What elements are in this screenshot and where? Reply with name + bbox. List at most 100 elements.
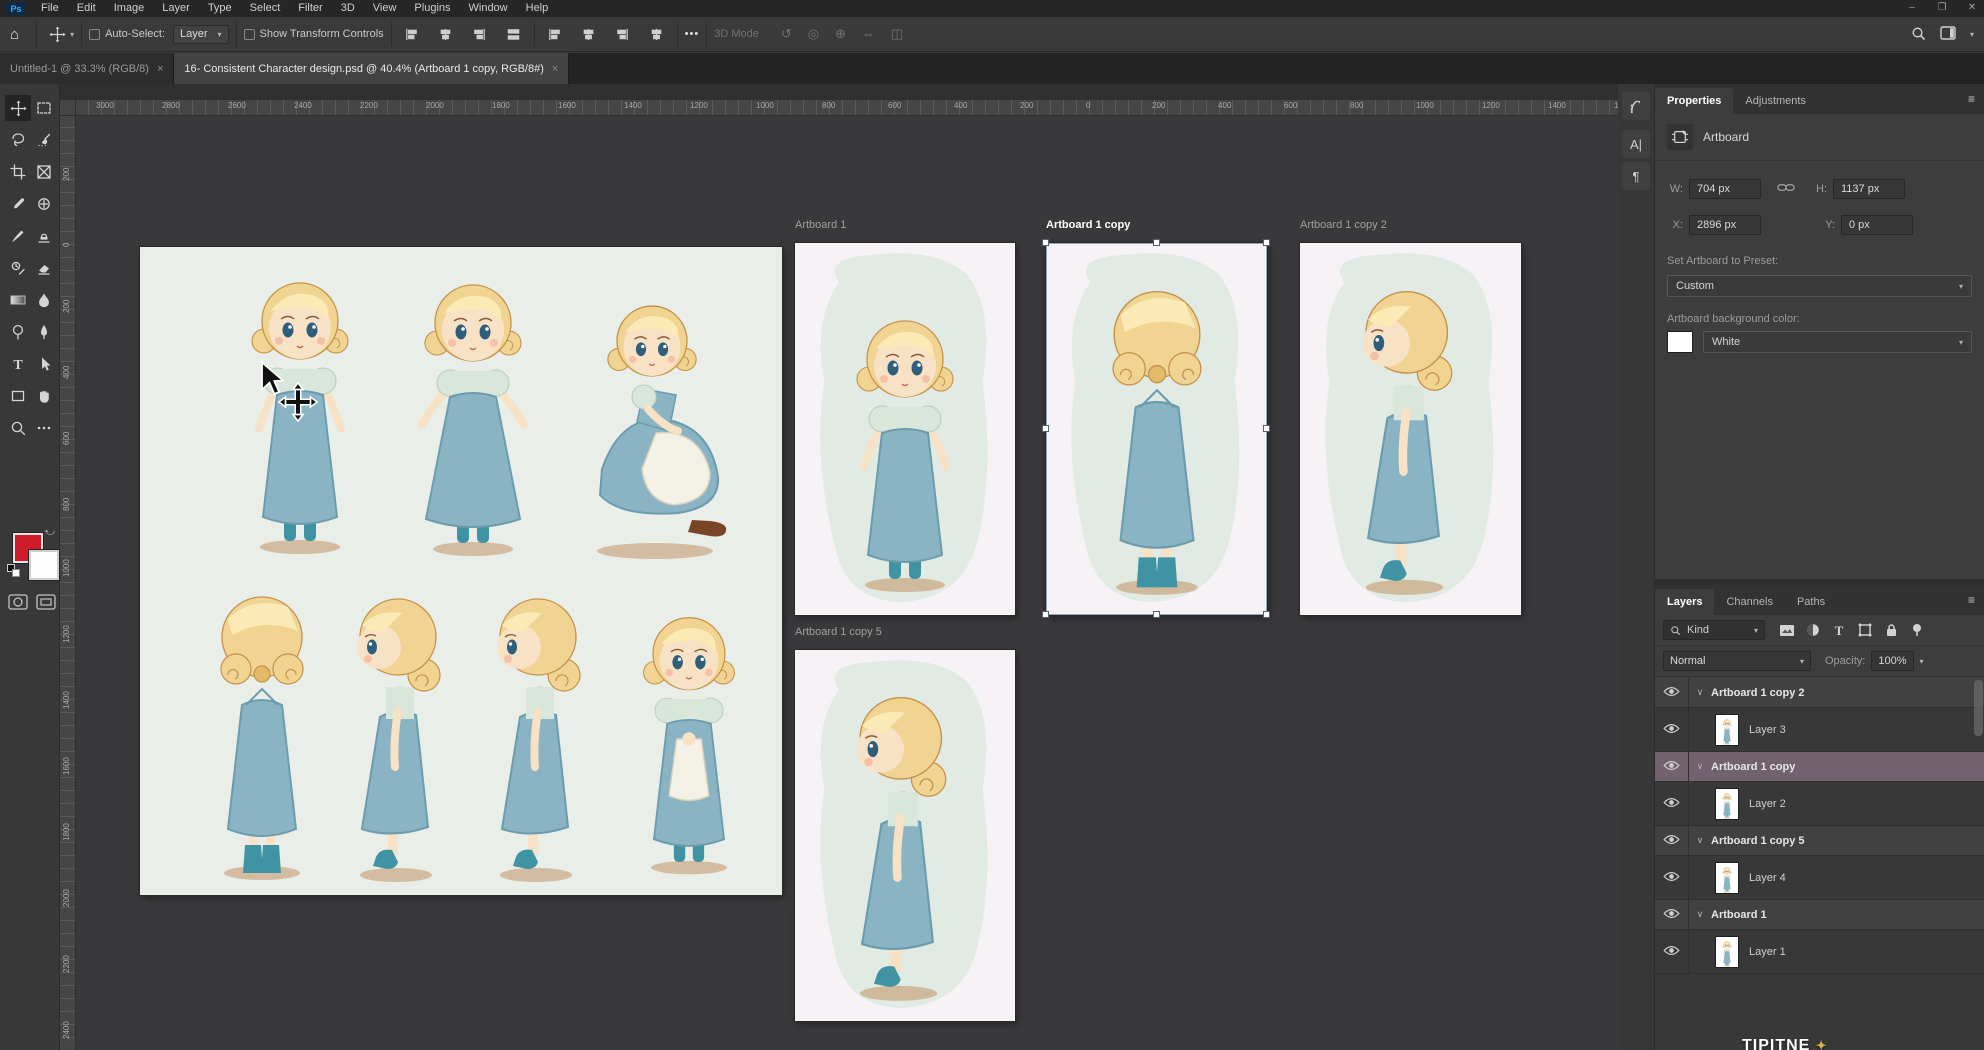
eye-icon[interactable] — [1663, 721, 1680, 739]
chevron-down-icon[interactable]: ▾ — [70, 30, 74, 39]
align-m-button[interactable] — [501, 22, 527, 46]
bg-color-dropdown[interactable]: White▾ — [1703, 331, 1972, 353]
zoom-tool[interactable] — [5, 415, 31, 441]
selection-handle[interactable] — [1042, 425, 1049, 432]
eye-icon[interactable] — [1663, 758, 1680, 776]
height-field[interactable]: 1137 px — [1833, 179, 1905, 199]
artboard-2[interactable] — [1300, 243, 1521, 615]
eye-icon[interactable] — [1663, 795, 1680, 813]
smart-object-filter-icon[interactable] — [1881, 621, 1901, 639]
brush-tool[interactable] — [5, 223, 31, 249]
artboard-row-2[interactable]: ∨Artboard 1 copy — [1655, 752, 1984, 782]
artboard-1[interactable] — [1046, 243, 1267, 615]
layers-scrollbar[interactable] — [1974, 680, 1983, 736]
selection-handle[interactable] — [1042, 239, 1049, 246]
background-color-swatch[interactable] — [29, 550, 59, 580]
document-tab-0[interactable]: Untitled-1 @ 33.3% (RGB/8)× — [0, 53, 174, 84]
artboard-main[interactable] — [140, 247, 782, 895]
more-options-button[interactable]: ••• — [685, 28, 700, 40]
minimize-button[interactable]: – — [1904, 0, 1920, 16]
panel-menu-icon[interactable]: ≡ — [1968, 593, 1976, 607]
menu-3d[interactable]: 3D — [332, 0, 364, 17]
eye-icon[interactable] — [1663, 832, 1680, 850]
menu-window[interactable]: Window — [460, 0, 517, 17]
tab-close-icon[interactable]: × — [552, 63, 558, 75]
group-chevron-icon[interactable]: ∨ — [1689, 835, 1711, 846]
group-chevron-icon[interactable]: ∨ — [1689, 687, 1711, 698]
distribute-c-button[interactable] — [576, 22, 602, 46]
align-l-button[interactable] — [399, 22, 425, 46]
quick-mask-icon[interactable] — [6, 592, 30, 612]
menu-help[interactable]: Help — [517, 0, 558, 17]
artboard-row-6[interactable]: ∨Artboard 1 — [1655, 900, 1984, 930]
artboard-0[interactable] — [795, 243, 1015, 615]
layer-thumbnail[interactable] — [1715, 788, 1739, 820]
hand-tool[interactable] — [31, 383, 57, 409]
selection-handle[interactable] — [1042, 611, 1049, 618]
kind-filter-dropdown[interactable]: Kind▾ — [1663, 620, 1765, 640]
type-tool[interactable]: T — [5, 351, 31, 377]
menu-filter[interactable]: Filter — [289, 0, 331, 17]
layer-thumbnail[interactable] — [1715, 936, 1739, 968]
visibility-toggle[interactable] — [1655, 678, 1689, 707]
artboard-label-2[interactable]: Artboard 1 copy 2 — [1300, 219, 1387, 231]
search-icon[interactable] — [1911, 26, 1926, 44]
vertical-ruler[interactable]: 2000200400600800100012001400160018002000… — [60, 116, 76, 1050]
rectangular-marquee-tool[interactable] — [31, 95, 57, 121]
eye-icon[interactable] — [1663, 943, 1680, 961]
auto-select-target-dropdown[interactable]: Layer▾ — [173, 25, 229, 44]
chevron-down-icon[interactable]: ▾ — [1920, 657, 1924, 666]
distribute-m-button[interactable] — [644, 22, 670, 46]
layer-thumbnail[interactable] — [1715, 714, 1739, 746]
healing-brush-tool[interactable] — [31, 191, 57, 217]
eraser-tool[interactable] — [31, 255, 57, 281]
visibility-toggle[interactable] — [1655, 752, 1689, 781]
layer-thumbnail[interactable] — [1715, 862, 1739, 894]
dodge-tool[interactable] — [5, 319, 31, 345]
selection-handle[interactable] — [1153, 239, 1160, 246]
more-tools-tool[interactable] — [31, 415, 57, 441]
screen-mode-icon[interactable] — [34, 592, 58, 612]
layer-row-7[interactable]: Layer 1 — [1655, 930, 1984, 974]
adjustment-filter-icon[interactable] — [1803, 621, 1823, 639]
blur-tool[interactable] — [31, 287, 57, 313]
visibility-toggle[interactable] — [1655, 930, 1689, 973]
artboard-label-1[interactable]: Artboard 1 copy — [1046, 219, 1130, 231]
align-c-button[interactable] — [433, 22, 459, 46]
move-tool[interactable] — [5, 95, 31, 121]
image-filter-icon[interactable] — [1777, 621, 1797, 639]
frame-tool[interactable] — [31, 159, 57, 185]
group-chevron-icon[interactable]: ∨ — [1689, 909, 1711, 920]
tab-properties[interactable]: Properties — [1655, 88, 1733, 114]
artboard-bg-swatch[interactable] — [1667, 331, 1693, 353]
menu-edit[interactable]: Edit — [68, 0, 105, 17]
width-field[interactable]: 704 px — [1689, 179, 1761, 199]
align-r-button[interactable] — [467, 22, 493, 46]
layer-row-5[interactable]: Layer 4 — [1655, 856, 1984, 900]
selection-handle[interactable] — [1153, 611, 1160, 618]
swap-colors-icon[interactable]: ⤸ — [44, 530, 55, 536]
distribute-l-button[interactable] — [542, 22, 568, 46]
group-chevron-icon[interactable]: ∨ — [1689, 761, 1711, 772]
visibility-toggle[interactable] — [1655, 782, 1689, 825]
selection-handle[interactable] — [1263, 239, 1270, 246]
pen-tool[interactable] — [31, 319, 57, 345]
auto-select-checkbox[interactable] — [89, 29, 100, 40]
distribute-r-button[interactable] — [610, 22, 636, 46]
pin-filter-icon[interactable] — [1907, 621, 1927, 639]
workspace-icon[interactable] — [1940, 26, 1956, 43]
menu-image[interactable]: Image — [105, 0, 154, 17]
link-dimensions-icon[interactable] — [1777, 182, 1795, 196]
move-tool-icon[interactable] — [44, 22, 70, 46]
layer-row-1[interactable]: Layer 3 — [1655, 708, 1984, 752]
artboard-row-0[interactable]: ∨Artboard 1 copy 2 — [1655, 678, 1984, 708]
default-colors-icon[interactable] — [7, 564, 21, 578]
visibility-toggle[interactable] — [1655, 826, 1689, 855]
character-panel-icon[interactable]: A| — [1622, 130, 1650, 158]
history-panel-icon[interactable] — [1622, 92, 1650, 120]
artboard-label-3[interactable]: Artboard 1 copy 5 — [795, 626, 882, 638]
tab-channels[interactable]: Channels — [1714, 589, 1784, 615]
gradient-tool[interactable] — [5, 287, 31, 313]
visibility-toggle[interactable] — [1655, 856, 1689, 899]
visibility-toggle[interactable] — [1655, 708, 1689, 751]
